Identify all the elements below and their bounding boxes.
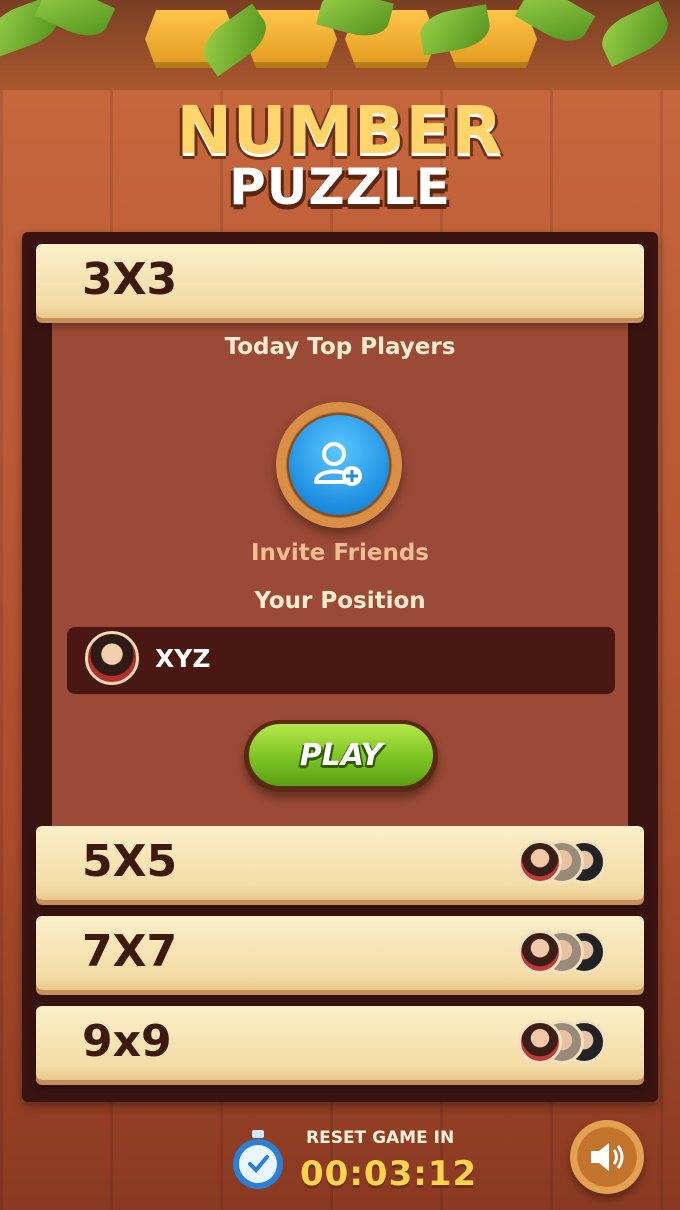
avatar: [518, 930, 562, 974]
play-button-label: PLAY: [299, 737, 383, 773]
level-label: 7X7: [82, 926, 178, 977]
level-7x7-bar[interactable]: 7X7: [36, 916, 644, 990]
top-decoration: [0, 0, 680, 90]
level-3x3-bar[interactable]: 3X3: [36, 244, 644, 318]
level-label: 9x9: [82, 1016, 172, 1067]
your-position-row: XYZ: [67, 627, 615, 694]
add-user-icon: [314, 442, 362, 486]
sound-toggle-button[interactable]: [570, 1120, 644, 1194]
your-position-heading: Your Position: [254, 588, 426, 614]
reset-game-label: RESET GAME IN: [306, 1128, 455, 1148]
level-label: 5X5: [82, 836, 178, 887]
invite-friends-label[interactable]: Invite Friends: [0, 540, 680, 566]
top-players-avatars: [518, 1020, 606, 1068]
level-label: 3X3: [82, 254, 178, 305]
play-button[interactable]: PLAY: [244, 720, 438, 792]
game-title-line2: PUZZLE: [229, 158, 451, 216]
level-5x5-bar[interactable]: 5X5: [36, 826, 644, 900]
level-9x9-bar[interactable]: 9x9: [36, 1006, 644, 1080]
invite-friends-button[interactable]: [276, 402, 402, 528]
avatar: [518, 840, 562, 884]
top-players-avatars: [518, 840, 606, 888]
player-avatar: [85, 631, 139, 685]
reset-countdown: 00:03:12: [300, 1154, 478, 1194]
avatar: [518, 1020, 562, 1064]
top-players-heading: Today Top Players: [224, 334, 456, 360]
top-players-avatars: [518, 930, 606, 978]
player-name: XYZ: [155, 644, 211, 673]
stopwatch-icon: [233, 1130, 283, 1189]
speaker-icon: [591, 1143, 624, 1171]
